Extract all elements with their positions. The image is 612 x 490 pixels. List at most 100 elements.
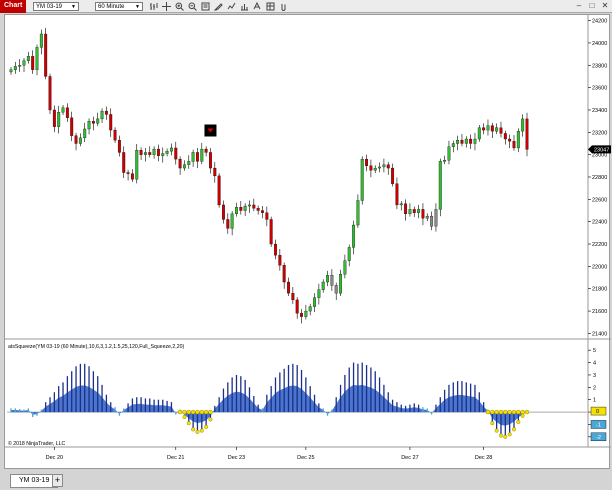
candle <box>295 299 299 314</box>
candle <box>117 139 121 153</box>
candle <box>369 165 373 171</box>
minimize-icon[interactable]: – <box>574 1 584 11</box>
candle <box>143 152 147 155</box>
candle <box>78 137 82 144</box>
zoom-out-icon[interactable] <box>188 2 197 11</box>
candle <box>239 207 243 211</box>
candle <box>156 148 160 156</box>
candle <box>356 200 360 226</box>
price-axis-label: 22200 <box>592 242 607 248</box>
chart-window: Chart YM 03-19 ▼ 60 Minute ▼ – □ ✕ 24200… <box>0 0 612 490</box>
candle <box>48 76 52 111</box>
candle <box>391 167 395 184</box>
x-axis-label: Dec 28 <box>475 455 492 461</box>
candle <box>57 112 61 127</box>
candle <box>300 313 303 317</box>
zoom-in-icon[interactable] <box>175 2 184 11</box>
candle <box>477 127 481 140</box>
indicators-icon[interactable] <box>227 2 236 11</box>
instrument-selector[interactable]: YM 03-19 ▼ <box>33 2 79 11</box>
squeeze-dot <box>199 409 204 415</box>
candle <box>386 164 390 169</box>
indicator-value-label: -1 <box>596 422 601 428</box>
squeeze-dot <box>507 432 512 437</box>
candle <box>148 152 152 155</box>
price-axis-label: 24200 <box>592 19 607 25</box>
properties-icon[interactable] <box>201 2 210 11</box>
chart-canvas[interactable]: 2420024000238002360023400232002300022800… <box>5 15 611 470</box>
price-axis-label: 24000 <box>592 41 607 47</box>
strategies-icon[interactable] <box>240 2 249 11</box>
price-axis-label: 22000 <box>592 264 607 270</box>
price-axis-label: 21400 <box>592 331 607 337</box>
maximize-icon[interactable]: □ <box>587 1 597 11</box>
candle <box>417 209 421 213</box>
candle <box>126 172 130 174</box>
current-price-label: 23047 <box>594 148 609 154</box>
candle <box>87 120 91 130</box>
price-axis-label: 22400 <box>592 220 607 226</box>
candle <box>248 204 251 207</box>
squeeze-dot <box>516 419 521 424</box>
data-box-icon[interactable] <box>266 2 275 11</box>
chart-area[interactable]: 24200 24000 23800 23600 23400 23200 23000 22800… <box>4 14 611 470</box>
candle <box>447 146 451 161</box>
squeeze-dot <box>494 409 499 415</box>
squeeze-dot <box>498 433 503 438</box>
crosshair-icon[interactable] <box>162 2 171 11</box>
squeeze-dot <box>503 434 508 439</box>
candle <box>235 207 238 215</box>
squeeze-dot <box>485 409 491 415</box>
candle <box>135 150 139 180</box>
candle <box>490 125 494 132</box>
candle <box>412 209 416 213</box>
attach-icon[interactable] <box>279 2 288 11</box>
candle <box>460 139 464 144</box>
close-icon[interactable]: ✕ <box>600 1 610 11</box>
candle <box>230 213 234 229</box>
add-tab-button[interactable]: + <box>52 474 63 487</box>
candle <box>96 118 100 124</box>
candle <box>44 33 48 77</box>
interval-selector[interactable]: 60 Minute ▼ <box>95 2 143 11</box>
candle <box>499 127 503 134</box>
candle <box>209 152 212 169</box>
price-axis-label: 23200 <box>592 130 607 136</box>
drawing-icon[interactable] <box>214 2 223 11</box>
candle <box>482 127 486 131</box>
candle <box>343 260 347 275</box>
candle <box>243 205 247 211</box>
x-axis-label: Dec 21 <box>167 455 184 461</box>
price-axis-label: 23400 <box>592 108 607 114</box>
candle <box>291 293 295 301</box>
candle <box>317 289 321 298</box>
squeeze-dot <box>490 421 495 426</box>
candle <box>330 275 334 286</box>
x-axis-label: Dec 23 <box>228 455 245 461</box>
candle <box>18 65 22 67</box>
squeeze-dot <box>203 409 209 415</box>
candle <box>282 265 286 283</box>
candle <box>122 152 126 173</box>
candle <box>360 158 364 201</box>
candle <box>486 125 490 131</box>
indicator-axis-label: 4 <box>593 361 596 367</box>
price-axis-label: 22800 <box>592 175 607 181</box>
candle <box>178 158 182 169</box>
price-axis-label: 23600 <box>592 86 607 92</box>
templates-icon[interactable] <box>253 2 262 11</box>
x-axis-label: Dec 20 <box>46 455 63 461</box>
indicator-axis-label: 5 <box>593 348 596 354</box>
candle <box>13 66 17 70</box>
candle <box>438 161 442 210</box>
price-axis-label: 23800 <box>592 63 607 69</box>
squeeze-dot <box>503 409 508 415</box>
candle <box>378 166 382 169</box>
instrument-label: YM 03-19 <box>36 4 63 10</box>
candle <box>334 285 338 294</box>
candle <box>395 183 399 206</box>
candle <box>22 60 26 66</box>
bars-icon[interactable] <box>149 2 158 11</box>
candle <box>187 161 191 165</box>
candle <box>274 243 277 256</box>
